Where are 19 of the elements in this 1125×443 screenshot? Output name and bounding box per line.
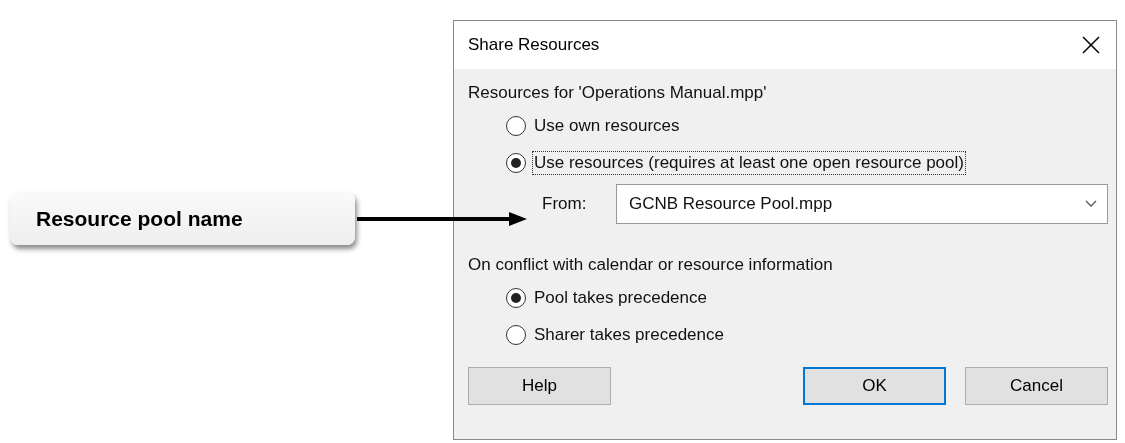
chevron-icon <box>1085 200 1097 208</box>
group-label: Resources for 'Operations Manual.mpp' <box>468 82 768 104</box>
callout-label: Resource pool name <box>10 192 355 245</box>
window-title: Share Resources <box>468 35 600 55</box>
close-icon[interactable] <box>1082 36 1100 54</box>
dialog-button[interactable]: OK <box>803 367 946 405</box>
radio-button[interactable] <box>506 115 526 136</box>
dialog-button[interactable]: Help <box>468 367 611 405</box>
option-label: Pool takes precedence <box>533 286 708 309</box>
field-label: From: <box>542 194 588 214</box>
option-label: Use resources (requires at least one open resource pool) <box>532 150 966 175</box>
option-label: Use own resources <box>533 114 681 137</box>
radio-button[interactable] <box>506 287 526 308</box>
dropdown-field[interactable]: GCNB Resource Pool.mpp <box>616 184 1108 224</box>
option-label: Sharer takes precedence <box>533 323 725 346</box>
group-label: On conflict with calendar or resource information <box>468 254 834 276</box>
dialog-button[interactable]: Cancel <box>965 367 1108 405</box>
radio-button[interactable] <box>506 324 526 345</box>
radio-button[interactable] <box>506 152 526 173</box>
